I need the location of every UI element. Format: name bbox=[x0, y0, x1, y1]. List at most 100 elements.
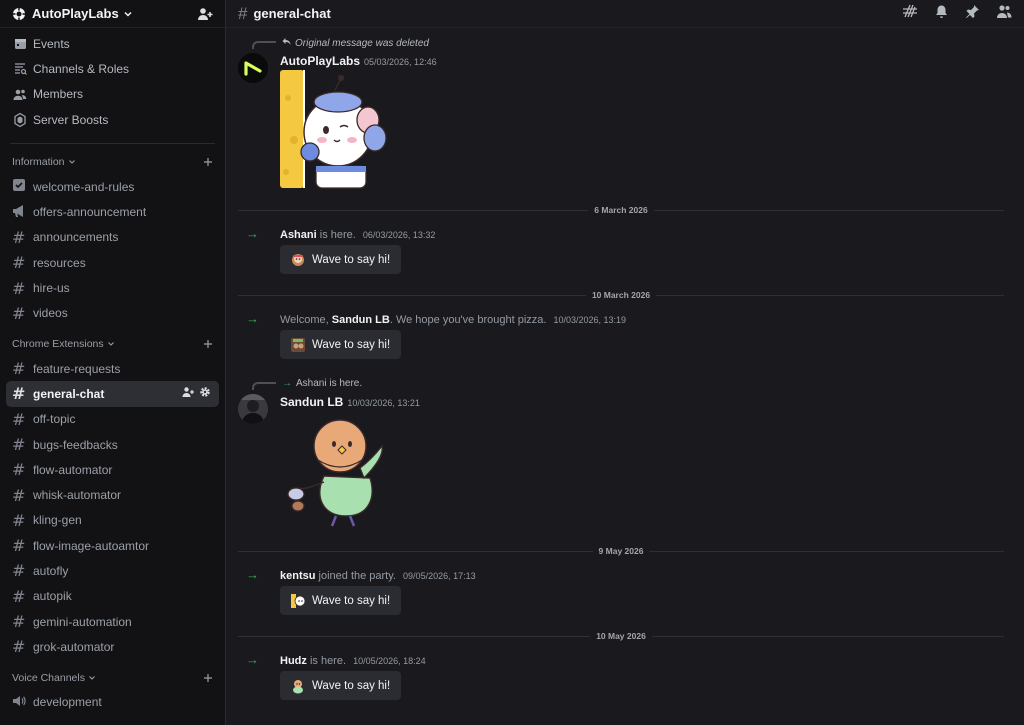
channel-general-chat[interactable]: # general-chat bbox=[6, 381, 219, 407]
invite-people-icon[interactable] bbox=[197, 6, 213, 22]
category-voice-channels[interactable]: Voice Channels bbox=[0, 666, 225, 690]
chevron-down-icon bbox=[68, 158, 76, 166]
message-timestamp: 10/03/2026, 13:19 bbox=[553, 315, 627, 325]
category-label: Chrome Extensions bbox=[12, 337, 104, 350]
nav-label: Events bbox=[33, 36, 70, 51]
channel-name: kling-gen bbox=[33, 513, 82, 528]
reply-context[interactable]: → Ashani is here. bbox=[282, 378, 362, 389]
bell-icon[interactable] bbox=[934, 4, 949, 24]
reply-connector bbox=[252, 382, 276, 390]
threads-icon[interactable] bbox=[902, 3, 918, 24]
wave-button[interactable]: Wave to say hi! bbox=[280, 671, 402, 700]
join-arrow-icon: → bbox=[246, 226, 259, 241]
channel-name: flow-automator bbox=[33, 462, 113, 477]
add-channel-icon[interactable] bbox=[203, 339, 213, 349]
hash-icon: # bbox=[12, 435, 26, 454]
channel-offers-announcement[interactable]: offers-announcement bbox=[0, 199, 219, 224]
nav-label: Channels & Roles bbox=[33, 61, 130, 76]
channel-name: resources bbox=[33, 255, 86, 270]
channel-autofly[interactable]: # autofly bbox=[0, 558, 219, 583]
channel-grok-automator[interactable]: # grok-automator bbox=[0, 634, 219, 659]
channel-flow-image-autoamtor[interactable]: # flow-image-autoamtor bbox=[0, 533, 219, 558]
wave-button[interactable]: Wave to say hi! bbox=[280, 245, 402, 274]
system-text: joined the party. bbox=[315, 570, 400, 582]
date-divider-label: 10 May 2026 bbox=[596, 631, 646, 641]
wave-sticker-icon bbox=[290, 252, 306, 268]
wave-button-label: Wave to say hi! bbox=[312, 253, 391, 266]
channel-hire-us[interactable]: # hire-us bbox=[0, 275, 219, 300]
channel-bugs-feedbacks[interactable]: # bugs-feedbacks bbox=[0, 432, 219, 457]
reply-arrow-icon: → bbox=[282, 378, 292, 389]
member-name[interactable]: Sandun LB bbox=[332, 314, 390, 326]
message-timestamp: 10/03/2026, 13:21 bbox=[347, 398, 420, 408]
add-channel-icon[interactable] bbox=[203, 157, 213, 167]
nav-label: Members bbox=[33, 87, 84, 102]
chevron-down-icon bbox=[107, 340, 115, 348]
date-divider-label: 9 May 2026 bbox=[598, 546, 644, 556]
join-arrow-icon: → bbox=[246, 652, 259, 667]
avatar[interactable] bbox=[238, 394, 268, 424]
hash-icon: # bbox=[12, 485, 26, 505]
nav-events[interactable]: Events bbox=[0, 31, 225, 56]
date-divider: 10 May 2026 bbox=[238, 631, 1004, 641]
channel-name: off-topic bbox=[33, 412, 76, 427]
channel-videos[interactable]: # videos bbox=[0, 301, 219, 326]
nav-channels-roles[interactable]: Channels & Roles bbox=[0, 56, 225, 81]
channel-whisk-automator[interactable]: # whisk-automator bbox=[0, 482, 219, 507]
category-chrome-extensions[interactable]: Chrome Extensions bbox=[0, 332, 225, 356]
category-information[interactable]: Information bbox=[0, 150, 225, 174]
system-text: is here. bbox=[316, 229, 359, 241]
server-name[interactable]: AutoPlayLabs bbox=[32, 6, 119, 21]
mouse-sticker[interactable] bbox=[280, 70, 390, 195]
channel-announcements[interactable]: # announcements bbox=[0, 225, 219, 250]
channel-resources[interactable]: # resources bbox=[0, 250, 219, 275]
channel-feature-requests[interactable]: # feature-requests bbox=[0, 356, 219, 381]
bird-sticker[interactable] bbox=[284, 416, 388, 533]
hash-icon: # bbox=[12, 612, 26, 632]
channel-flow-automator[interactable]: # flow-automator bbox=[0, 457, 219, 482]
channel-kling-gen[interactable]: # kling-gen bbox=[0, 508, 219, 533]
sidebar-divider bbox=[10, 143, 215, 145]
wave-button[interactable]: Wave to say hi! bbox=[280, 586, 402, 615]
author-name[interactable]: AutoPlayLabs bbox=[280, 54, 360, 68]
nav-server-boosts[interactable]: Server Boosts bbox=[0, 107, 225, 132]
channel-name: gemini-automation bbox=[33, 614, 132, 629]
hash-icon: # bbox=[12, 278, 26, 298]
gear-icon[interactable] bbox=[199, 386, 211, 401]
add-channel-icon[interactable] bbox=[203, 673, 213, 683]
author-name[interactable]: Sandun LB bbox=[280, 395, 343, 409]
member-name[interactable]: Hudz bbox=[280, 655, 307, 667]
reply-context[interactable]: Original message was deleted bbox=[282, 37, 429, 49]
channel-title: general-chat bbox=[253, 6, 331, 21]
avatar[interactable] bbox=[238, 53, 268, 83]
reply-text: Original message was deleted bbox=[295, 37, 429, 49]
nav-members[interactable]: Members bbox=[0, 82, 225, 107]
member-name[interactable]: Ashani bbox=[280, 229, 317, 241]
reply-connector bbox=[252, 41, 276, 49]
server-header[interactable]: AutoPlayLabs bbox=[0, 0, 225, 28]
megaphone-icon bbox=[12, 203, 32, 222]
hash-icon: # bbox=[12, 384, 26, 404]
channel-off-topic[interactable]: # off-topic bbox=[0, 407, 219, 432]
message-author[interactable]: Sandun LB 10/03/2026, 13:21 bbox=[280, 395, 420, 409]
create-invite-icon[interactable] bbox=[182, 386, 194, 401]
hash-icon: # bbox=[12, 359, 26, 379]
date-divider: 10 March 2026 bbox=[238, 290, 1004, 300]
channel-development[interactable]: development bbox=[0, 690, 219, 715]
channel-name: development bbox=[33, 695, 102, 710]
member-name[interactable]: kentsu bbox=[280, 570, 315, 582]
channel-name: bugs-feedbacks bbox=[33, 437, 118, 452]
message-timestamp: 06/03/2026, 13:32 bbox=[362, 230, 436, 240]
reply-arrow-icon bbox=[282, 37, 291, 49]
channel-name: grok-automator bbox=[33, 639, 115, 654]
member-list-icon[interactable] bbox=[996, 4, 1012, 24]
channel-gemini-automation[interactable]: # gemini-automation bbox=[0, 609, 219, 634]
wave-button[interactable]: Wave to say hi! bbox=[280, 330, 402, 359]
hash-icon: # bbox=[12, 253, 26, 273]
message-author[interactable]: AutoPlayLabs 05/03/2026, 12:46 bbox=[280, 54, 437, 68]
pin-icon[interactable] bbox=[965, 4, 980, 24]
join-arrow-icon: → bbox=[246, 567, 259, 582]
channel-welcome-and-rules[interactable]: welcome-and-rules bbox=[0, 174, 219, 199]
channel-autopik[interactable]: # autopik bbox=[0, 584, 219, 609]
chevron-down-icon[interactable] bbox=[123, 9, 133, 19]
